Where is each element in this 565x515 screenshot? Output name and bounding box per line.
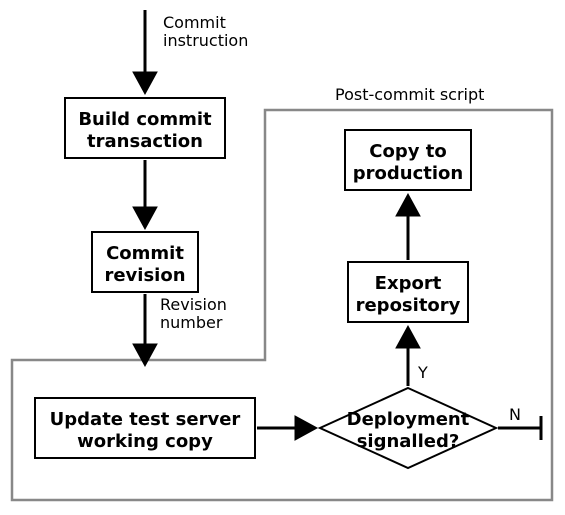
svg-text:repository: repository <box>356 295 461 316</box>
node-deployment-signalled: Deployment signalled? <box>320 388 496 468</box>
edge-export-to-copy <box>396 194 420 260</box>
edge-label-revision-2: number <box>160 313 223 332</box>
svg-text:Build commit: Build commit <box>78 109 212 130</box>
svg-text:working copy: working copy <box>77 431 213 452</box>
svg-text:Export: Export <box>375 273 442 294</box>
svg-text:signalled?: signalled? <box>357 431 460 452</box>
edge-label-revision-1: Revision <box>160 295 227 314</box>
svg-text:Copy to: Copy to <box>369 141 446 162</box>
edge-yes: Y <box>396 326 428 386</box>
svg-text:Commit: Commit <box>106 243 184 264</box>
edge-revision-number: Revision number <box>133 294 227 366</box>
svg-text:Deployment: Deployment <box>347 409 470 430</box>
svg-text:production: production <box>353 163 463 184</box>
edge-update-to-decision <box>257 416 317 440</box>
svg-text:transaction: transaction <box>87 131 203 152</box>
svg-text:revision: revision <box>104 265 185 286</box>
edge-label-commit-instruction-2: instruction <box>163 31 248 50</box>
edge-label-no: N <box>509 405 521 424</box>
edge-label-commit-instruction-1: Commit <box>163 13 226 32</box>
edge-build-to-commit <box>133 160 157 229</box>
node-build-commit-transaction: Build commit transaction <box>65 98 225 158</box>
node-copy-to-production: Copy to production <box>345 130 471 190</box>
svg-text:Update test server: Update test server <box>50 409 241 430</box>
node-export-repository: Export repository <box>348 262 468 322</box>
edge-commit-instruction: Commit instruction <box>133 10 248 94</box>
group-title: Post-commit script <box>335 85 484 104</box>
node-commit-revision: Commit revision <box>92 232 198 292</box>
edge-no: N <box>498 405 541 440</box>
node-update-working-copy: Update test server working copy <box>35 398 255 458</box>
edge-label-yes: Y <box>417 363 428 382</box>
